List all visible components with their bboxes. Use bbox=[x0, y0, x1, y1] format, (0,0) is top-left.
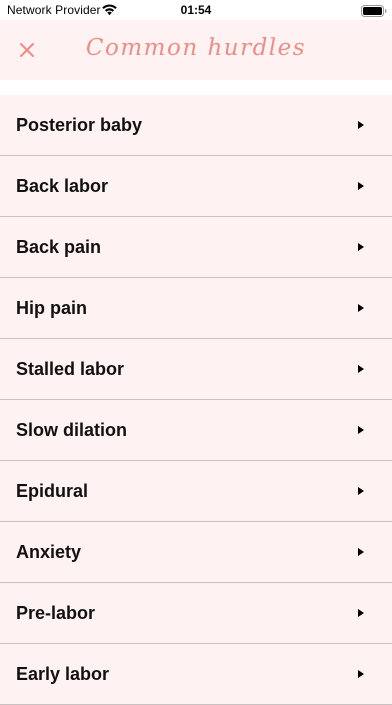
list-item-label: Slow dilation bbox=[16, 420, 127, 440]
list-item-posterior-baby[interactable]: Posterior baby bbox=[0, 95, 392, 156]
list-item-label: Back pain bbox=[16, 237, 102, 257]
triangle-right-icon bbox=[358, 243, 364, 251]
hurdles-list: Posterior baby Back labor Back pain Hip … bbox=[0, 95, 392, 705]
list-item-label: Back labor bbox=[16, 176, 109, 196]
list-item-back-pain[interactable]: Back pain bbox=[0, 217, 392, 278]
page-title: Common hurdles bbox=[85, 35, 307, 61]
list-item-label: Posterior baby bbox=[16, 115, 143, 135]
status-bar: Network Provider 01:54 bbox=[0, 0, 392, 20]
list-item-label: Anxiety bbox=[16, 542, 82, 562]
triangle-right-icon bbox=[358, 182, 364, 190]
list-item-slow-dilation[interactable]: Slow dilation bbox=[0, 400, 392, 461]
list-item-hip-pain[interactable]: Hip pain bbox=[0, 278, 392, 339]
list-item-label: Hip pain bbox=[16, 298, 87, 318]
triangle-right-icon bbox=[358, 365, 364, 373]
triangle-right-icon bbox=[358, 426, 364, 434]
triangle-right-icon bbox=[358, 121, 364, 129]
triangle-right-icon bbox=[358, 304, 364, 312]
list-item-epidural[interactable]: Epidural bbox=[0, 461, 392, 522]
triangle-right-icon bbox=[358, 487, 364, 495]
triangle-right-icon bbox=[358, 670, 364, 678]
status-time: 01:54 bbox=[180, 3, 212, 17]
triangle-right-icon bbox=[358, 609, 364, 617]
battery-icon bbox=[361, 4, 387, 17]
list-item-back-labor[interactable]: Back labor bbox=[0, 156, 392, 217]
list-item-label: Pre-labor bbox=[16, 603, 96, 623]
header-spacer bbox=[0, 80, 392, 95]
nav-header: Common hurdles bbox=[0, 20, 392, 80]
list-item-label: Stalled labor bbox=[16, 359, 125, 379]
list-item-stalled-labor[interactable]: Stalled labor bbox=[0, 339, 392, 400]
list-item-pre-labor[interactable]: Pre-labor bbox=[0, 583, 392, 644]
triangle-right-icon bbox=[358, 548, 364, 556]
list-item-anxiety[interactable]: Anxiety bbox=[0, 522, 392, 583]
list-item-label: Epidural bbox=[16, 481, 89, 501]
list-item-label: Early labor bbox=[16, 664, 110, 684]
